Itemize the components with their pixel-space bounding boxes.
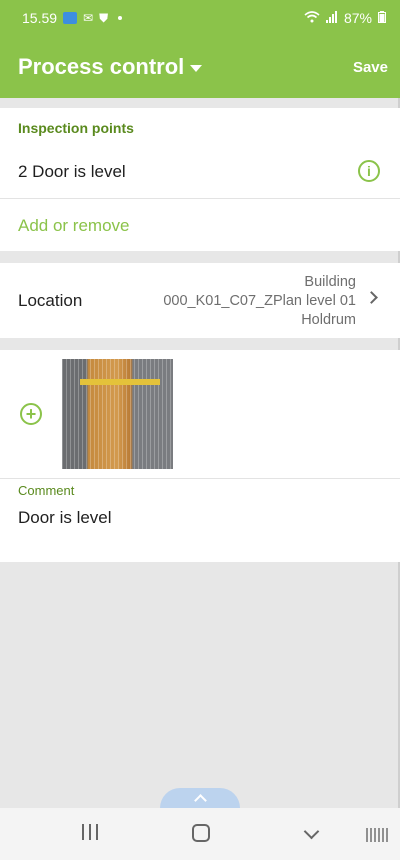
add-or-remove-link[interactable]: Add or remove [18,216,130,236]
comment-label: Comment [18,483,75,498]
location-label: Location [18,291,83,310]
inspection-card: Inspection points 2 Door is level i Add … [0,108,400,251]
save-button[interactable]: Save [353,59,388,76]
status-time: 15.59 [22,10,58,26]
info-icon[interactable]: i [358,160,380,182]
signal-icon [325,10,338,26]
screen: 15.59 ✉ ⛊ 87% Process control Save Inspe… [0,0,400,860]
location-line-2: 000_K01_C07_ZPlan level 01 [163,293,356,309]
page-title: Process control [18,54,185,79]
inspection-points-label: Inspection points [18,120,134,136]
pull-up-tab[interactable] [160,788,240,808]
status-left: 15.59 ✉ ⛊ [22,10,123,26]
comment-field[interactable]: Door is level [18,508,112,528]
location-values: Building 000_K01_C07_ZPlan level 01 Hold… [163,273,356,330]
wifi-icon [304,10,320,26]
keyboard-icon[interactable] [366,828,388,842]
caret-down-icon [190,64,203,72]
app-bar: Process control Save [0,36,400,98]
home-icon[interactable] [192,824,210,842]
system-nav-bar [0,808,400,860]
app-icon [63,12,78,24]
divider [0,478,400,479]
recents-icon[interactable] [82,824,98,840]
battery-percent: 87% [343,10,372,26]
divider [0,198,400,199]
back-icon[interactable] [303,823,320,840]
gmail-icon: ✉ [83,11,94,25]
media-comment-card: + Comment Door is level [0,350,400,562]
chevron-up-icon [193,794,207,807]
inspection-point-text: 2 Door is level [18,162,126,181]
status-bar: 15.59 ✉ ⛊ 87% [0,0,400,36]
spirit-level-shape [80,379,160,385]
location-row[interactable]: Location Building 000_K01_C07_ZPlan leve… [0,263,400,338]
notification-dot-icon [118,16,123,20]
title-dropdown[interactable]: Process control [18,54,203,80]
photo-thumbnail[interactable] [62,359,173,469]
battery-icon [378,10,386,26]
location-line-3: Holdrum [301,312,356,328]
location-line-1: Building [304,274,356,290]
shield-icon: ⛊ [99,11,109,25]
add-photo-icon[interactable]: + [20,403,42,425]
status-right: 87% [304,10,386,26]
chevron-right-icon [365,291,378,304]
